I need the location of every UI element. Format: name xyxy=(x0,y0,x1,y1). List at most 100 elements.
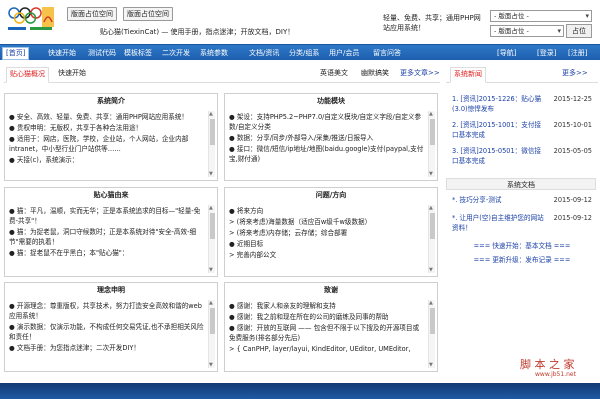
panel-origin: 贴心猫由来 ● 猫：平凡，温顺，实而无华；正是本系统追求的目标—"轻量-免费-共… xyxy=(4,187,218,277)
news-tabbar: 系统新闻 更多>> xyxy=(446,66,598,83)
docs-changelog-link[interactable]: === 更新升级：发布记录 === xyxy=(446,254,598,264)
panel-line: ● 安全、高效、轻量、免费、共享：通用PHP网站应用系统！ xyxy=(9,113,189,121)
news-link[interactable]: 1. [资讯]2015-1226：贴心猫(3.0)惊悍发布 xyxy=(452,94,544,114)
scroll-thumb[interactable] xyxy=(430,119,435,145)
quickstart-doc-link[interactable]: === 快速开始：基本文档 === xyxy=(474,242,571,250)
news-link[interactable]: 3. [资讯]2015-0501：微信接口基本完成 xyxy=(452,146,544,166)
watermark-logo: 脚 本 之 家 xyxy=(520,358,575,371)
panel-scrollbar[interactable] xyxy=(428,111,435,177)
news-link[interactable]: 2. [资讯]2015-1001：支付接口基本完成 xyxy=(452,120,544,140)
panel-direction: 问题/方向 ● 将来方向 > (将来考虑)海量数据（适应百w级千w级数据） > … xyxy=(224,187,438,277)
scroll-thumb[interactable] xyxy=(430,308,435,334)
nav-item-navigation[interactable]: [导航] xyxy=(497,45,516,61)
panel-line: ● 感谢：我之前和现在所在的公司的磨练及同事的帮助 xyxy=(229,313,389,321)
news-date: 2015-10-01 xyxy=(553,121,592,129)
nav-item-users[interactable]: 用户/会员 xyxy=(329,45,359,61)
panel-line: ● 开源理念：尊重版权，共享技术，努力打造安全高效和谐的web应用系统！ xyxy=(9,302,202,320)
panel-scrollbar[interactable] xyxy=(428,205,435,273)
doc-link[interactable]: *. 让用户(空)自主维护您的网站资料！ xyxy=(452,213,544,233)
panel-body: ● 感谢：我家人和亲友的理解和支持 ● 感谢：我之前和现在所在的公司的磨练及同事… xyxy=(229,301,425,355)
scroll-thumb[interactable] xyxy=(210,213,215,239)
tab-overview[interactable]: 贴心猫概况 xyxy=(6,67,49,83)
overview-tabbar: 贴心猫概况 快速开始 英语美文 幽默搞笑 更多文章>> xyxy=(4,66,440,83)
nav-item-login[interactable]: [登录] xyxy=(537,45,556,61)
panel-title: 致谢 xyxy=(324,286,338,294)
panel-philosophy: 理念申明 ● 开源理念：尊重版权，共享技术，努力打造安全高效和谐的web应用系统… xyxy=(4,282,218,372)
news-date: 2015-12-25 xyxy=(553,95,592,103)
site-header: 版面占位空间 版面占位空间 贴心猫(TiexinCat) — 使用手册，指点迷津… xyxy=(0,0,600,44)
panel-title: 问题/方向 xyxy=(315,191,347,199)
nav-item-quickstart[interactable]: 快速开始 xyxy=(48,45,76,61)
site-slogan: 轻量、免费、共享；通用PHP网站应用系统！ xyxy=(383,14,481,32)
watermark-url: www.jb51.net xyxy=(535,371,576,378)
news-item[interactable]: 3. [资讯]2015-0501：微信接口基本完成 2015-05-05 xyxy=(452,146,592,166)
panel-line: ● 天接(c)，系统演示： xyxy=(9,156,79,164)
panel-scrollbar[interactable] xyxy=(208,205,215,273)
panel-line: ● 猫：捉老鼠不在乎黑白；本"贴心猫"： xyxy=(9,249,129,257)
panel-line: > 完善内部公文 xyxy=(229,251,277,259)
panel-scrollbar[interactable] xyxy=(428,300,435,368)
panel-title: 理念申明 xyxy=(97,286,125,294)
nav-item-params[interactable]: 系统参数 xyxy=(200,45,228,61)
doc-link[interactable]: *. 技巧分享-测试 xyxy=(452,195,544,205)
olympic-rings-logo[interactable] xyxy=(4,4,56,36)
nav-item-testcode[interactable]: 测试代码 xyxy=(88,45,116,61)
docs-quickstart-link[interactable]: === 快速开始：基本文档 === xyxy=(446,240,598,250)
panel-line: ● 猫：为捉老鼠，洞口守候数时；正是本系统对待"安全-高效-细节"需要的执着！ xyxy=(9,228,197,246)
nav-item-register[interactable]: [注册] xyxy=(568,45,587,61)
panel-body: ● 将来方向 > (将来考虑)海量数据（适应百w级千w级数据） > (将来考虑)… xyxy=(229,206,425,261)
panel-line: ● 感谢：我家人和亲友的理解和支持 xyxy=(229,302,336,310)
main-nav: [首页] 快速开始 测试代码 模板标签 二次开发 系统参数 文档/资讯 分类/组… xyxy=(0,44,600,60)
panel-line: ● 感谢：开放的互联网 —— 包含但不限于以下搜及的开源项目或免费服务(排名部分… xyxy=(229,324,420,342)
panel-line: ● 贵权申明：无版权，共享于各种合法用途！ xyxy=(9,124,143,132)
bottom-banner xyxy=(0,383,600,399)
link-humor[interactable]: 幽默搞笑 xyxy=(361,68,389,79)
panel-line: ● 接口：微信/短信/ip地址/地图(baidu.google)支付(paypa… xyxy=(229,145,424,163)
scroll-thumb[interactable] xyxy=(210,119,215,145)
panel-system-intro: 系统简介 ● 安全、高效、轻量、免费、共享：通用PHP网站应用系统！ ● 贵权申… xyxy=(4,93,218,181)
panel-title: 功能模块 xyxy=(317,97,345,105)
docs-section-header: 系统文档 xyxy=(446,178,596,190)
panel-line: ● 将来方向 xyxy=(229,207,264,215)
panel-body: ● 安全、高效、轻量、免费、共享：通用PHP网站应用系统！ ● 贵权申明：无版权… xyxy=(9,112,205,166)
go-button[interactable]: 占位 xyxy=(566,24,592,38)
tab-system-news[interactable]: 系统新闻 xyxy=(450,67,486,83)
panel-scrollbar[interactable] xyxy=(208,300,215,368)
nav-item-docs[interactable]: 文档/资讯 xyxy=(249,45,279,61)
panel-line: ● 演示数据：仅演示功能，不构成任何交易凭证,也不承担相关风险和责任！ xyxy=(9,323,204,341)
changelog-link[interactable]: === 更新升级：发布记录 === xyxy=(474,256,571,264)
doc-item[interactable]: *. 让用户(空)自主维护您的网站资料！ 2015-09-12 xyxy=(452,213,592,233)
news-item[interactable]: 2. [资讯]2015-1001：支付接口基本完成 2015-10-01 xyxy=(452,120,592,140)
placeholder-select-1[interactable]: - 版面占位 - xyxy=(490,10,592,22)
link-english-essays[interactable]: 英语美文 xyxy=(320,68,348,79)
scroll-thumb[interactable] xyxy=(210,308,215,334)
nav-item-qa[interactable]: 留言问答 xyxy=(373,45,401,61)
panel-body: ● 架设：支持PHP5.2~PHP7.0/自定义模块/自定义字段/自定义参数/自… xyxy=(229,112,425,165)
news-item[interactable]: 1. [资讯]2015-1226：贴心猫(3.0)惊悍发布 2015-12-25 xyxy=(452,94,592,114)
news-date: 2015-05-05 xyxy=(553,147,592,155)
panel-line: > (将来考虑)内存储；云存储；综合部署 xyxy=(229,229,348,237)
nav-item-dev[interactable]: 二次开发 xyxy=(162,45,190,61)
panel-line: ● 文档手册：为您指点迷津；二次开发DIY！ xyxy=(9,344,140,352)
panel-title: 贴心猫由来 xyxy=(93,191,129,199)
placeholder-button-b[interactable]: 版面占位空间 xyxy=(123,7,173,21)
panel-line: ● 近期目标 xyxy=(229,240,264,248)
nav-item-home[interactable]: [首页] xyxy=(2,47,30,60)
doc-item[interactable]: *. 技巧分享-测试 2015-09-12 xyxy=(452,195,592,205)
nav-item-template-tags[interactable]: 模板标签 xyxy=(124,45,152,61)
banner-text: 凉 搬 xyxy=(470,366,496,379)
placeholder-select-2[interactable]: - 版面占位 - xyxy=(490,25,564,37)
panel-body: ● 开源理念：尊重版权，共享技术，努力打造安全高效和谐的web应用系统！ ● 演… xyxy=(9,301,205,354)
link-more-articles[interactable]: 更多文章>> xyxy=(400,68,440,79)
panel-line: ● 架设：支持PHP5.2~PHP7.0/自定义模块/自定义字段/自定义参数/自… xyxy=(229,113,422,131)
tab-quickstart[interactable]: 快速开始 xyxy=(58,68,86,79)
placeholder-button-a[interactable]: 版面占位空间 xyxy=(67,7,117,21)
nav-item-category[interactable]: 分类/组系 xyxy=(289,45,319,61)
link-more-news[interactable]: 更多>> xyxy=(562,68,588,79)
panel-line: > (将来考虑)海量数据（适应百w级千w级数据） xyxy=(229,218,372,226)
scroll-thumb[interactable] xyxy=(430,213,435,239)
panel-modules: 功能模块 ● 架设：支持PHP5.2~PHP7.0/自定义模块/自定义字段/自定… xyxy=(224,93,438,181)
panel-thanks: 致谢 ● 感谢：我家人和亲友的理解和支持 ● 感谢：我之前和现在所在的公司的磨练… xyxy=(224,282,438,372)
doc-date: 2015-09-12 xyxy=(553,214,592,222)
panel-scrollbar[interactable] xyxy=(208,111,215,177)
